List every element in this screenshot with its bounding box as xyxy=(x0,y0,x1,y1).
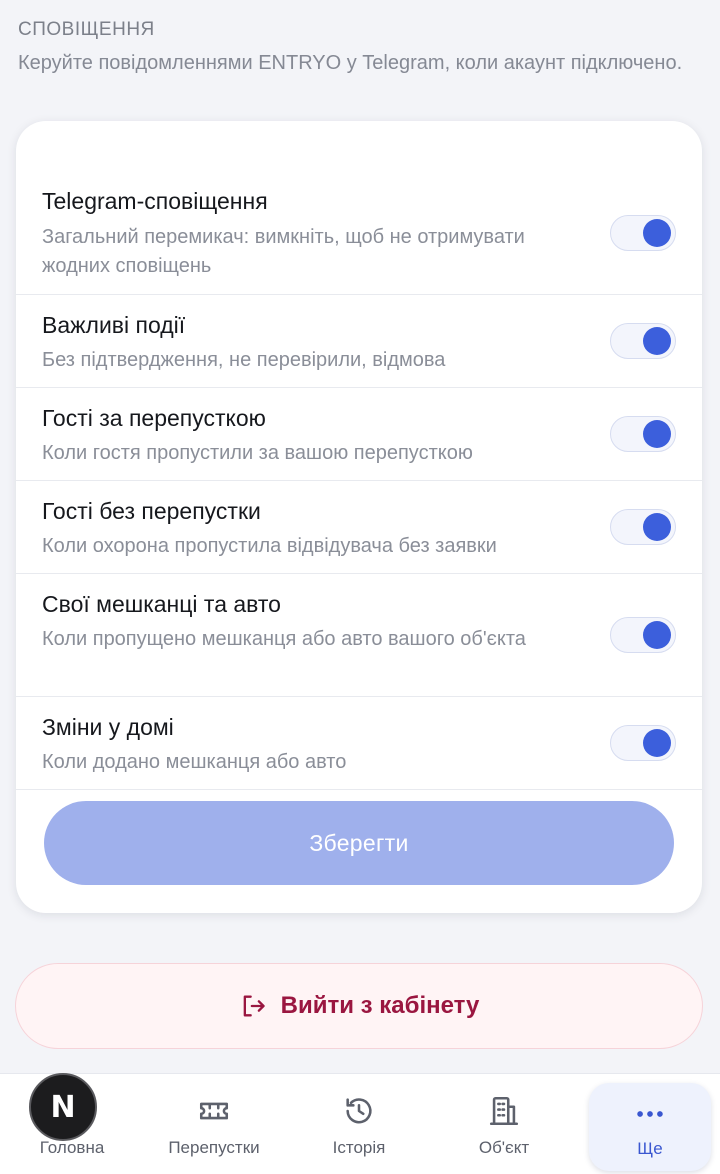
telegram-notifications-toggle[interactable] xyxy=(610,215,676,251)
setting-row-important-events: Важливі події Без підтвердження, не пере… xyxy=(16,295,702,388)
setting-subtitle: Коли гостя пропустили за вашою перепустк… xyxy=(42,442,473,464)
logout-label: Вийти з кабінету xyxy=(280,992,480,1019)
setting-subtitle: Коли додано мешканця або авто xyxy=(42,751,347,773)
toggle-knob xyxy=(643,729,671,757)
residents-cars-toggle[interactable] xyxy=(610,617,676,653)
ticket-icon xyxy=(199,1102,229,1120)
guests-with-pass-toggle[interactable] xyxy=(610,416,676,452)
tab-passes[interactable]: Перепустки xyxy=(142,1074,286,1174)
setting-subtitle: Без підтвердження, не перевірили, відмов… xyxy=(42,349,446,371)
more-icon xyxy=(637,1111,663,1117)
logout-button[interactable]: Вийти з кабінету xyxy=(15,963,703,1049)
important-events-toggle[interactable] xyxy=(610,323,676,359)
toggle-knob xyxy=(643,219,671,247)
dev-badge[interactable]: N xyxy=(29,1073,97,1141)
toggle-knob xyxy=(643,420,671,448)
tab-label: Ще xyxy=(637,1139,663,1158)
setting-title: Telegram-сповіщення xyxy=(42,188,268,214)
bottom-tab-bar: Головна Перепустки Історія Об'єкт Ще xyxy=(0,1073,720,1174)
setting-title: Свої мешканці та авто xyxy=(42,591,281,617)
tab-label: Перепустки xyxy=(168,1138,260,1157)
section-description: Керуйте повідомленнями ENTRYO у Telegram… xyxy=(18,52,683,74)
tab-label: Історія xyxy=(332,1138,386,1157)
tab-more[interactable]: Ще xyxy=(589,1083,711,1171)
setting-title: Гості за перепусткою xyxy=(42,405,266,431)
setting-subtitle: Коли охорона пропустила відвідувача без … xyxy=(42,535,497,557)
setting-title: Зміни у домі xyxy=(42,714,174,740)
toggle-knob xyxy=(643,621,671,649)
tab-object[interactable]: Об'єкт xyxy=(432,1074,576,1174)
setting-title: Важливі події xyxy=(42,312,186,338)
toggle-knob xyxy=(643,513,671,541)
save-button[interactable]: Зберегти xyxy=(44,801,674,885)
setting-subtitle: Коли пропущено мешканця або авто вашого … xyxy=(42,628,526,650)
guests-without-pass-toggle[interactable] xyxy=(610,509,676,545)
setting-subtitle: Загальний перемикач: вимкніть, щоб не от… xyxy=(42,226,525,277)
tab-label: Об'єкт xyxy=(478,1138,530,1157)
tab-history[interactable]: Історія xyxy=(287,1074,431,1174)
setting-row-guests-with-pass: Гості за перепусткою Коли гостя пропусти… xyxy=(16,388,702,481)
logout-icon xyxy=(243,995,265,1017)
setting-title: Гості без перепустки xyxy=(42,498,261,524)
house-changes-toggle[interactable] xyxy=(610,725,676,761)
setting-row-telegram: Telegram-сповіщення Загальний перемикач:… xyxy=(16,121,702,295)
notifications-card: Telegram-сповіщення Загальний перемикач:… xyxy=(16,121,702,913)
section-title: СПОВІЩЕННЯ xyxy=(18,19,155,40)
setting-row-residents-cars: Свої мешканці та авто Коли пропущено меш… xyxy=(16,574,702,697)
toggle-knob xyxy=(643,327,671,355)
setting-row-guests-without-pass: Гості без перепустки Коли охорона пропус… xyxy=(16,481,702,574)
setting-row-house-changes: Зміни у домі Коли додано мешканця або ав… xyxy=(16,697,702,790)
tab-label: Головна xyxy=(39,1138,105,1157)
section-header: СПОВІЩЕННЯ Керуйте повідомленнями ENTRYO… xyxy=(18,18,708,78)
building-icon xyxy=(489,1096,519,1126)
notifications-settings-page: СПОВІЩЕННЯ Керуйте повідомленнями ENTRYO… xyxy=(0,0,720,1174)
history-icon xyxy=(346,1098,372,1124)
